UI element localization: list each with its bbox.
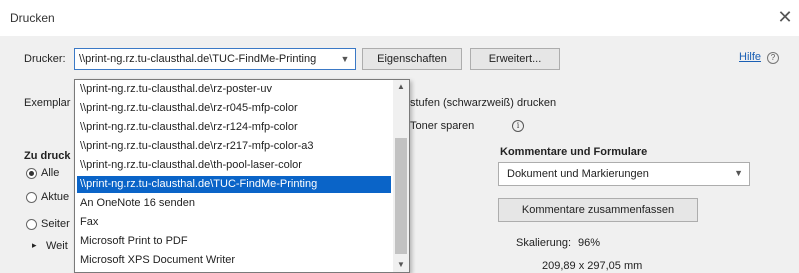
dropdown-scrollbar[interactable]: ▲ ▼ [393, 80, 409, 272]
summarize-comments-button[interactable]: Kommentare zusammenfassen [498, 198, 698, 222]
radio-pages-label[interactable]: Seiter [41, 218, 70, 230]
dropdown-item[interactable]: \\print-ng.rz.tu-clausthal.de\rz-r045-mf… [77, 100, 391, 117]
scroll-down-icon[interactable]: ▼ [393, 258, 409, 272]
printer-dropdown-list[interactable]: \\print-ng.rz.tu-clausthal.de\rz-poster-… [74, 79, 410, 273]
close-icon[interactable]: ✕ [775, 7, 795, 27]
page-size: 209,89 x 297,05 mm [542, 260, 643, 272]
info-icon[interactable]: i [512, 120, 524, 132]
scaling-label: Skalierung: [516, 237, 572, 249]
comments-heading: Kommentare und Formulare [500, 146, 648, 158]
expand-more-icon[interactable]: ▸ [32, 240, 37, 251]
chevron-down-icon[interactable]: ▼ [338, 52, 352, 66]
advanced-button[interactable]: Erweitert... [470, 48, 560, 70]
dropdown-item[interactable]: Microsoft XPS Document Writer [77, 252, 391, 269]
printer-select[interactable]: \\print-ng.rz.tu-clausthal.de\TUC-FindMe… [74, 48, 356, 70]
range-heading: Zu druck [24, 150, 71, 162]
scaling-value: 96% [578, 237, 601, 249]
toner-save-label[interactable]: Toner sparen [410, 120, 474, 132]
radio-pages[interactable] [26, 219, 37, 230]
radio-all-label[interactable]: Alle [41, 167, 59, 179]
dropdown-item[interactable]: \\print-ng.rz.tu-clausthal.de\th-pool-la… [77, 157, 391, 174]
chevron-down-icon[interactable]: ▼ [734, 168, 743, 178]
radio-all[interactable] [26, 168, 37, 179]
comments-select-value: Dokument und Markierungen [507, 168, 649, 180]
radio-current-label[interactable]: Aktue [41, 191, 69, 203]
more-options-label[interactable]: Weit [46, 240, 68, 252]
comments-select[interactable]: Dokument und Markierungen ▼ [498, 162, 750, 186]
dropdown-item[interactable]: \\print-ng.rz.tu-clausthal.de\rz-r124-mf… [77, 119, 391, 136]
properties-button[interactable]: Eigenschaften [362, 48, 462, 70]
help-link[interactable]: Hilfe [739, 51, 761, 63]
radio-current[interactable] [26, 192, 37, 203]
scroll-up-icon[interactable]: ▲ [393, 80, 409, 94]
grayscale-label[interactable]: stufen (schwarzweiß) drucken [410, 97, 556, 109]
scroll-thumb[interactable] [395, 138, 407, 254]
dropdown-item[interactable]: An OneNote 16 senden [77, 195, 391, 212]
printer-label: Drucker: [24, 53, 66, 65]
dropdown-item-selected[interactable]: \\print-ng.rz.tu-clausthal.de\TUC-FindMe… [77, 176, 391, 193]
window-title: Drucken [10, 11, 55, 25]
dropdown-item[interactable]: \\print-ng.rz.tu-clausthal.de\rz-r217-mf… [77, 138, 391, 155]
dropdown-item[interactable]: Microsoft Print to PDF [77, 233, 391, 250]
printer-select-value: \\print-ng.rz.tu-clausthal.de\TUC-FindMe… [79, 53, 317, 65]
dropdown-item[interactable]: \\print-ng.rz.tu-clausthal.de\rz-poster-… [77, 81, 391, 98]
copies-label: Exemplar [24, 97, 71, 109]
title-bar: Drucken ✕ [0, 0, 799, 36]
help-icon[interactable]: ? [767, 52, 779, 64]
dropdown-item[interactable]: Fax [77, 214, 391, 231]
